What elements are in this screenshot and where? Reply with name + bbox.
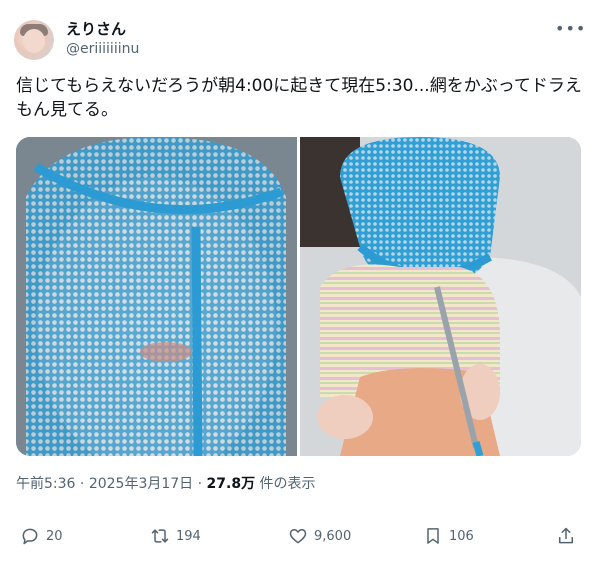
bookmark-count: 106 [449, 528, 474, 544]
display-name[interactable]: えりさん [66, 19, 126, 39]
more-horizontal-icon[interactable]: ••• [555, 21, 585, 40]
photo-right[interactable] [300, 137, 581, 456]
bookmark-icon [427, 528, 439, 544]
tweet-date[interactable]: 2025年3月17日 [89, 476, 193, 492]
meta-separator: · [79, 476, 85, 492]
media-grid [16, 137, 581, 456]
user-handle[interactable]: @eriiiiiiinu [66, 40, 139, 58]
tweet-card: えりさん @eriiiiiiinu ••• 信じてもらえないだろうが朝4:00に… [0, 0, 601, 561]
bookmark-button[interactable]: 106 [423, 524, 474, 548]
views-count[interactable]: 27.8万 [207, 476, 256, 492]
reply-count: 20 [46, 528, 63, 544]
tweet-time[interactable]: 午前5:36 [16, 476, 75, 492]
share-button[interactable] [556, 524, 582, 548]
share-icon [559, 527, 573, 544]
meta-separator-2: · [197, 476, 203, 492]
photo-left[interactable] [16, 137, 297, 456]
reply-icon [22, 528, 38, 545]
like-count: 9,600 [314, 528, 352, 544]
photo-left-image [16, 137, 297, 456]
reply-button[interactable]: 20 [20, 524, 63, 548]
heart-icon [289, 529, 307, 544]
like-button[interactable]: 9,600 [288, 524, 351, 548]
retweet-count: 194 [176, 528, 201, 544]
photo-right-image [300, 137, 581, 456]
retweet-icon [151, 529, 169, 543]
action-bar: 20 194 9,600 106 [0, 518, 601, 554]
avatar-face [23, 29, 45, 53]
avatar[interactable] [14, 20, 54, 60]
retweet-button[interactable]: 194 [150, 524, 201, 548]
views-label: 件の表示 [259, 476, 316, 492]
tweet-meta: 午前5:36 · 2025年3月17日 · 27.8万 件の表示 [16, 474, 316, 494]
tweet-text: 信じてもらえないだろうが朝4:00に起きて現在5:30...網をかぶってドラえも… [16, 76, 582, 120]
